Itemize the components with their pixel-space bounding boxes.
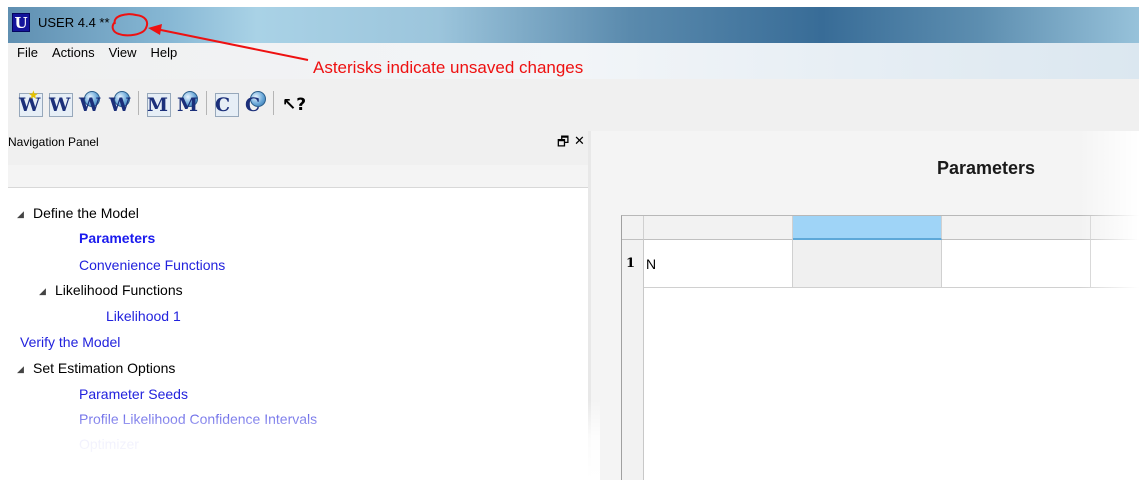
tree-link-convenience-functions[interactable]: Convenience Functions [79,256,225,274]
m-globe-button[interactable]: M [175,91,201,117]
tree-link-profile-likelihood-confidence-intervals[interactable]: Profile Likelihood Confidence Intervals [79,410,317,428]
menu-actions[interactable]: Actions [45,43,102,62]
w-glyph: W [109,94,131,116]
toolbar-separator [138,91,139,115]
c-glyph: C [215,94,231,116]
nav-panel-strip [8,165,588,188]
menu-help[interactable]: Help [144,43,185,62]
app-icon[interactable]: U [12,13,30,32]
menu-view[interactable]: View [102,43,144,62]
column-header-selected[interactable] [793,216,942,240]
w-globe-button[interactable]: W [77,91,103,117]
w-button-2[interactable]: W [47,91,73,117]
tree-node-likelihood-functions[interactable]: ◢ Likelihood Functions [39,281,183,300]
nav-panel-title: Navigation Panel [8,135,99,149]
tree-node-define-the-model[interactable]: ◢ Define the Model [17,204,139,223]
column-header[interactable] [942,216,1091,240]
title-bar[interactable]: U USER 4.4 ** [8,7,1139,43]
content-area: Parameters 1 N [591,131,1139,480]
float-icon[interactable]: 🗗 [557,133,569,155]
close-icon[interactable]: ✕ [574,133,585,149]
c-globe-button[interactable]: C [243,91,269,117]
parameters-grid: 1 N [621,215,1139,480]
w-glyph: W [79,94,101,116]
m-button[interactable]: M [145,91,171,117]
tree-node-label: Define the Model [33,205,139,221]
navigation-tree: ◢ Define the Model Parameters Convenience… [8,187,591,480]
menu-file[interactable]: File [8,43,45,62]
column-header-name[interactable] [644,216,793,240]
c-glyph: C [245,94,261,116]
tree-node-label: Likelihood Functions [55,282,183,298]
nav-panel-header: Navigation Panel 🗗 ✕ [8,131,591,166]
expanded-triangle-icon[interactable]: ◢ [17,205,33,223]
annotation-label: Asterisks indicate unsaved changes [313,58,584,77]
toolbar: W ★ W W W M M C C ↖? [8,79,1139,131]
cell-parameter-name[interactable]: N [644,240,793,288]
row-header-empty [622,288,644,480]
cell-empty[interactable] [942,240,1091,288]
m-glyph: M [147,94,169,116]
tree-link-parameter-seeds[interactable]: Parameter Seeds [79,385,188,403]
tree-link-optimizer[interactable]: Optimizer [79,435,139,453]
navigation-panel: Navigation Panel 🗗 ✕ ◢ Define the Model P… [8,131,591,480]
c-button[interactable]: C [213,91,239,117]
toolbar-separator [273,91,274,115]
w-globe-button-2[interactable]: W [107,91,133,117]
page-title: Parameters [937,158,1036,178]
expanded-triangle-icon[interactable]: ◢ [39,282,55,300]
tree-node-label: Set Estimation Options [33,360,176,376]
tree-link-likelihood-1[interactable]: Likelihood 1 [106,307,181,325]
tree-link-parameters[interactable]: Parameters [79,229,155,247]
toolbar-separator [206,91,207,115]
new-star-icon: ★ [28,88,39,102]
new-w-button[interactable]: W ★ [17,88,43,117]
cell-parameter-value[interactable] [793,240,942,288]
m-glyph: M [177,94,199,116]
right-edge-fade [1079,131,1139,480]
grid-corner[interactable] [622,216,644,240]
tree-link-verify-the-model[interactable]: Verify the Model [20,333,120,351]
app-window: U USER 4.4 ** File Actions View Help W ★… [8,7,1139,480]
row-header[interactable]: 1 [622,240,644,288]
whats-this-help-icon: ↖? [282,95,307,115]
expanded-triangle-icon[interactable]: ◢ [17,360,33,378]
tree-node-set-estimation-options[interactable]: ◢ Set Estimation Options [17,359,175,378]
w-glyph: W [49,94,71,116]
help-pointer-button[interactable]: ↖? [280,91,306,117]
window-title: USER 4.4 ** [38,15,110,30]
